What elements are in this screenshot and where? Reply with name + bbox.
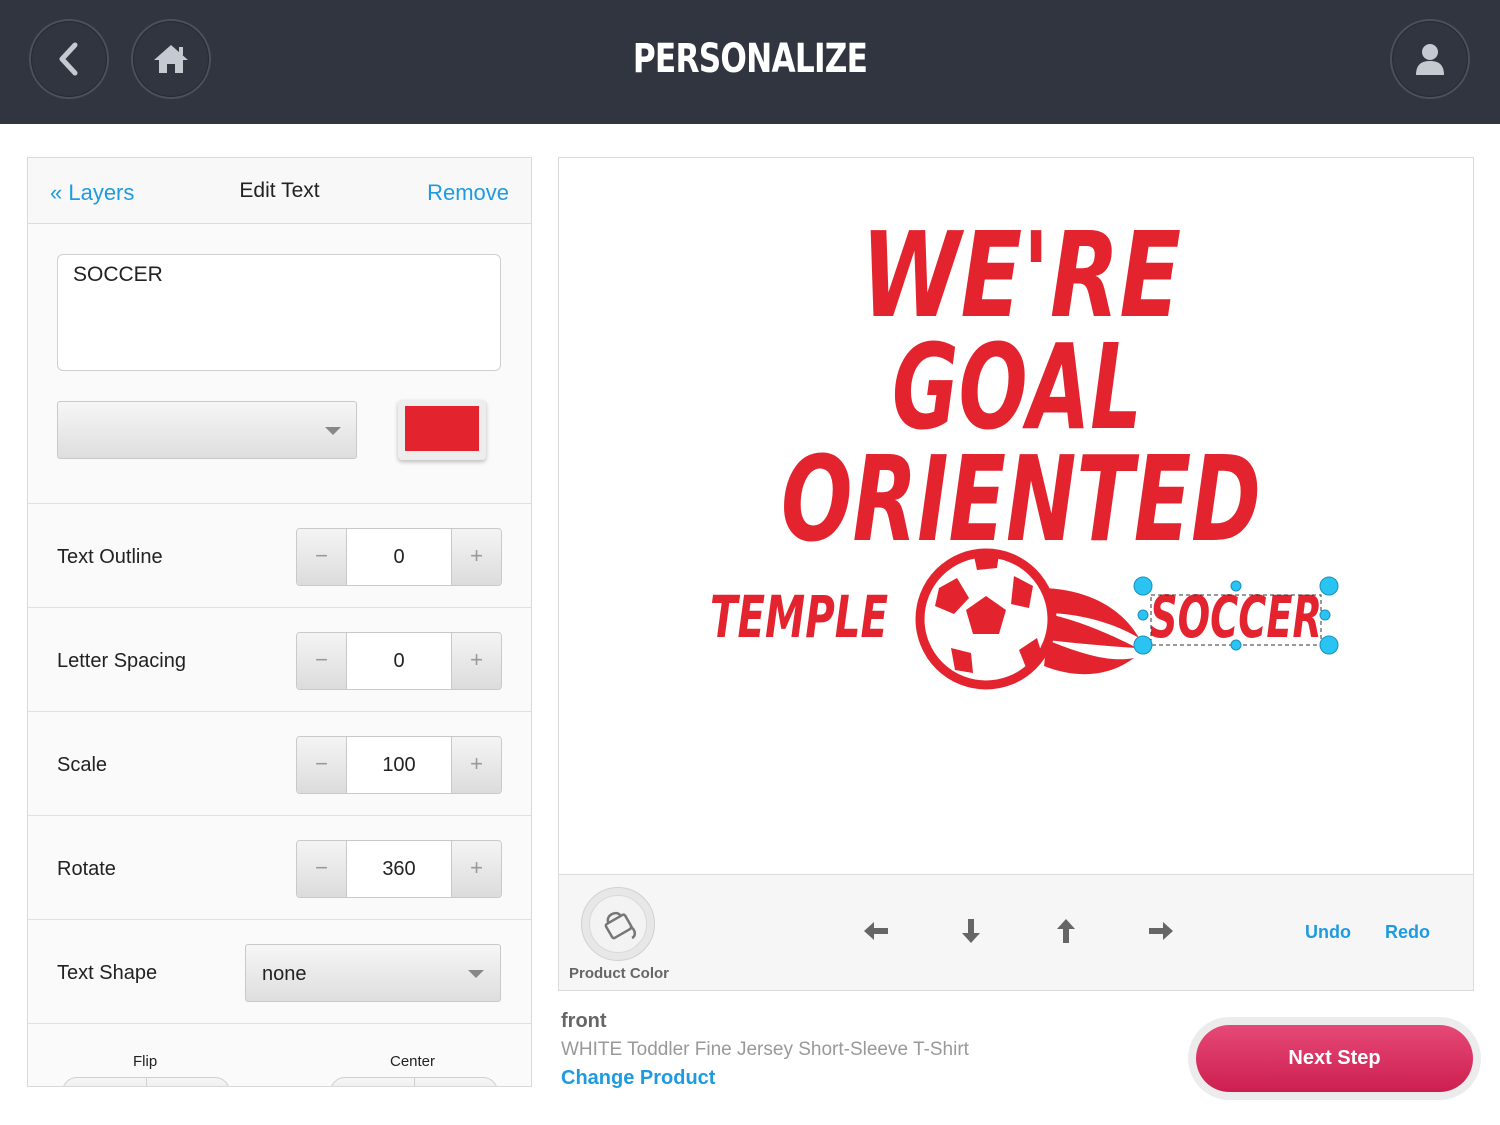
page-title: PERSONALIZE (632, 36, 868, 82)
rotate-stepper: − 360 + (296, 840, 502, 898)
move-right-icon[interactable] (1147, 917, 1175, 945)
color-swatch (405, 406, 479, 451)
move-left-icon[interactable] (862, 917, 890, 945)
letter-spacing-label: Letter Spacing (57, 650, 186, 672)
redo-button[interactable]: Redo (1385, 922, 1430, 943)
scale-label: Scale (57, 754, 108, 776)
panel-header: « Layers Edit Text Remove (28, 158, 531, 224)
product-color-label: Product Color (569, 965, 669, 982)
move-up-icon[interactable] (1052, 917, 1080, 945)
headline-line3: ORIENTED (781, 430, 1261, 568)
text-outline-value[interactable]: 0 (347, 529, 451, 585)
text-shape-select[interactable]: none (245, 944, 501, 1002)
text-outline-label: Text Outline (57, 546, 163, 568)
account-button[interactable] (1390, 19, 1470, 99)
product-side-label: front (561, 1010, 607, 1032)
scale-stepper: − 100 + (296, 736, 502, 794)
move-down-icon[interactable] (957, 917, 985, 945)
text-shape-label: Text Shape (57, 962, 158, 984)
remove-link[interactable]: Remove (427, 180, 509, 206)
letter-spacing-value[interactable]: 0 (347, 633, 451, 689)
center-buttons[interactable] (330, 1077, 498, 1086)
undo-button[interactable]: Undo (1305, 922, 1351, 943)
text-shape-value: none (262, 963, 307, 985)
chevron-down-icon (325, 427, 341, 435)
back-button[interactable] (29, 19, 109, 99)
letter-spacing-increment-button[interactable]: + (451, 633, 501, 689)
font-select[interactable] (57, 401, 357, 459)
scale-row: Scale − 100 + (28, 711, 531, 815)
chevron-down-icon (468, 970, 484, 978)
canvas-toolbar: Product Color Undo Redo (558, 874, 1474, 991)
rotate-value[interactable]: 360 (347, 841, 451, 897)
temple-word: TEMPLE (710, 583, 888, 651)
next-step-button[interactable]: Next Step (1196, 1025, 1473, 1092)
flip-center-row: Flip Center (28, 1023, 531, 1086)
soccer-ball-graphic (915, 548, 1139, 690)
text-outline-increment-button[interactable]: + (451, 529, 501, 585)
next-step-wrapper: Next Step (1188, 1017, 1481, 1100)
flip-buttons[interactable] (62, 1077, 230, 1086)
rotate-row: Rotate − 360 + (28, 815, 531, 919)
text-outline-row: Text Outline − 0 + (28, 503, 531, 607)
text-input[interactable]: SOCCER (57, 254, 501, 371)
letter-spacing-row: Letter Spacing − 0 + (28, 607, 531, 711)
top-bar: PERSONALIZE (0, 0, 1500, 124)
flip-label: Flip (133, 1053, 158, 1070)
rotate-label: Rotate (57, 858, 116, 880)
design-artwork: WE'RE GOAL ORIENTED TEMPLE SOCCER (710, 206, 1339, 690)
text-shape-row: Text Shape none (28, 919, 531, 1023)
center-label: Center (390, 1053, 436, 1070)
product-name: WHITE Toddler Fine Jersey Short-Sleeve T… (561, 1039, 969, 1060)
chevron-left-icon (59, 42, 78, 76)
edit-text-panel: « Layers Edit Text Remove SOCCER Text Ou… (27, 157, 532, 1087)
change-product-link[interactable]: Change Product (561, 1067, 715, 1090)
text-outline-stepper: − 0 + (296, 528, 502, 586)
text-color-picker[interactable] (398, 400, 486, 460)
user-icon (1416, 44, 1444, 75)
text-outline-decrement-button[interactable]: − (297, 529, 347, 585)
paint-bucket-icon (604, 911, 636, 940)
scale-decrement-button[interactable]: − (297, 737, 347, 793)
scale-increment-button[interactable]: + (451, 737, 501, 793)
product-color-button[interactable] (581, 887, 655, 961)
rotate-decrement-button[interactable]: − (297, 841, 347, 897)
letter-spacing-decrement-button[interactable]: − (297, 633, 347, 689)
scale-value[interactable]: 100 (347, 737, 451, 793)
design-canvas[interactable]: WE'RE GOAL ORIENTED TEMPLE SOCCER (558, 157, 1474, 875)
letter-spacing-stepper: − 0 + (296, 632, 502, 690)
rotate-increment-button[interactable]: + (451, 841, 501, 897)
